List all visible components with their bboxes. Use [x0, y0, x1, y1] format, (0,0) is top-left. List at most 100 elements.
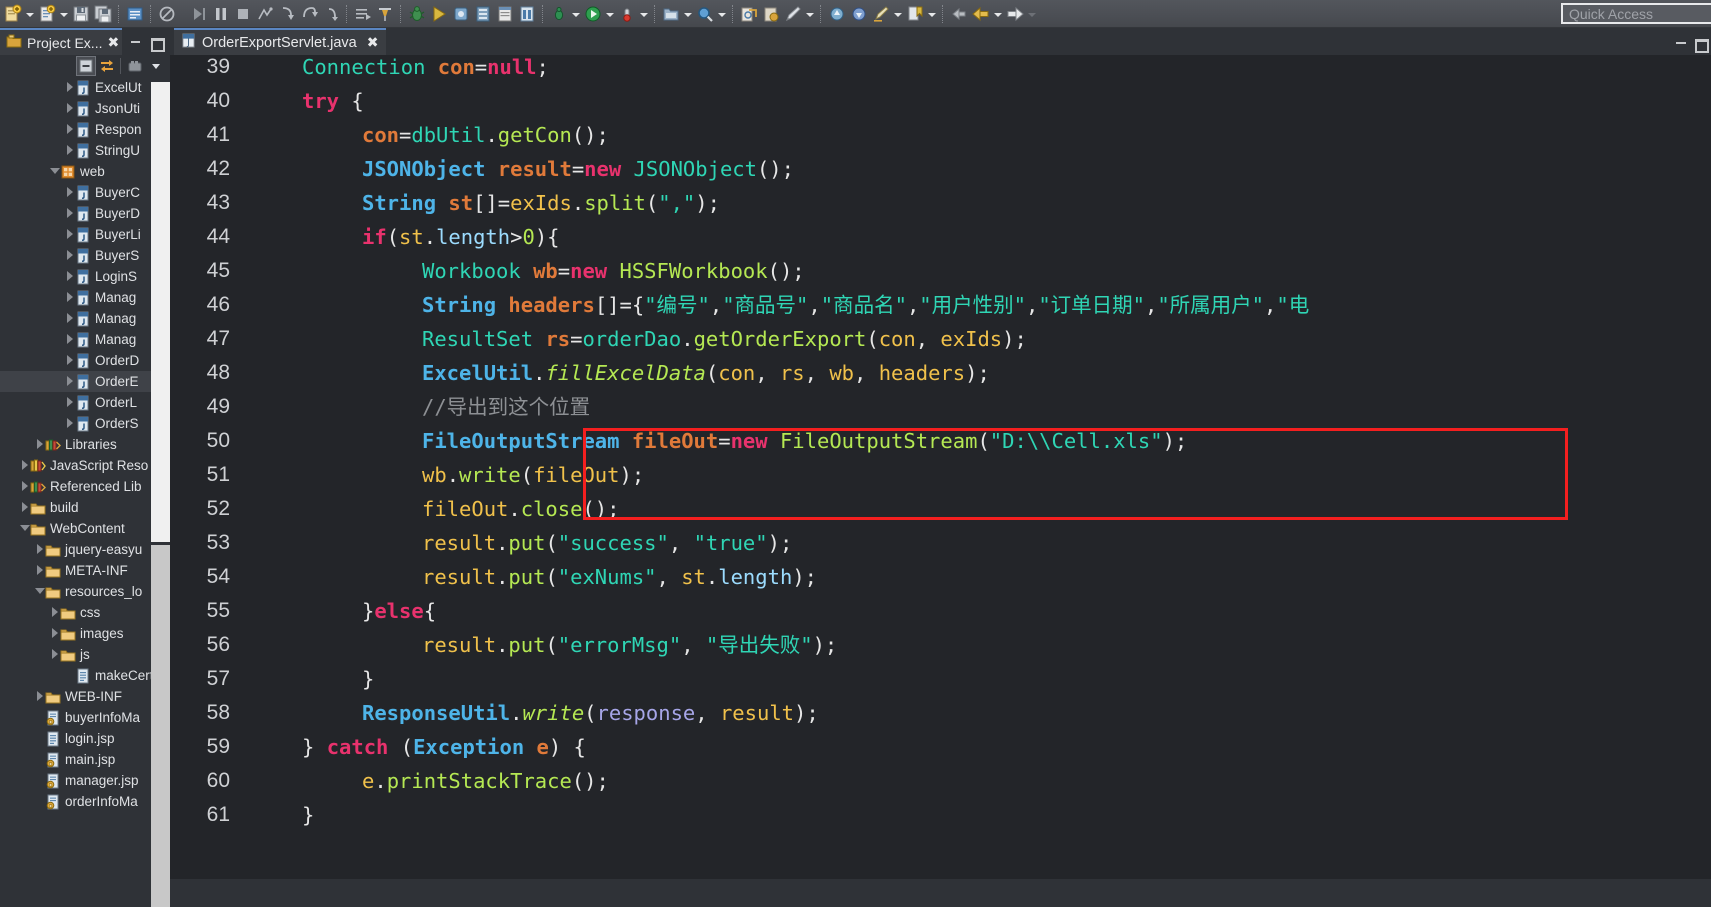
code-line[interactable]: try { [302, 84, 364, 118]
chevron-right-icon[interactable] [64, 350, 75, 371]
chevron-right-icon[interactable] [49, 602, 60, 623]
tree-item-login-jsp[interactable]: login.jsp [0, 728, 170, 749]
chevron-right-icon[interactable] [64, 245, 75, 266]
bookmark-icon[interactable] [905, 4, 925, 24]
chevron-right-icon[interactable] [64, 287, 75, 308]
last-edit-dropdown-arrow[interactable] [892, 4, 903, 24]
profile-dropdown-arrow[interactable] [638, 4, 649, 24]
code-line[interactable]: ResultSet rs=orderDao.getOrderExport(con… [422, 322, 1027, 356]
quick-access-input[interactable]: Quick Access [1561, 3, 1711, 24]
tree-item-orderd[interactable]: OrderD [0, 350, 170, 371]
chevron-right-icon[interactable] [64, 182, 75, 203]
view-menu-arrow[interactable] [146, 56, 166, 76]
run-last-icon[interactable] [429, 4, 449, 24]
project-tree[interactable]: ExcelUt JsonUti Respon StringU web BuyerC Buye… [0, 77, 170, 879]
chevron-down-icon[interactable] [49, 161, 60, 182]
tab-order-export-servlet[interactable]: J OrderExportServlet.java ✖ [174, 28, 387, 55]
run-dropdown-arrow[interactable] [604, 4, 615, 24]
tree-item-orderl[interactable]: OrderL [0, 392, 170, 413]
step-into-icon[interactable] [277, 4, 297, 24]
new-java-class-icon[interactable] [37, 4, 57, 24]
folder-dropdown-arrow[interactable] [682, 4, 693, 24]
chevron-right-icon[interactable] [64, 329, 75, 350]
code-line[interactable]: fileOut.close(); [422, 492, 620, 526]
save-all-icon[interactable] [93, 4, 113, 24]
step-over-icon[interactable] [299, 4, 319, 24]
editor-maximize-icon[interactable] [1692, 35, 1709, 53]
view-menu-button[interactable] [125, 56, 145, 76]
chevron-right-icon[interactable] [64, 140, 75, 161]
chevron-right-icon[interactable] [34, 560, 45, 581]
code-line[interactable]: result.put("success", "true"); [422, 526, 792, 560]
tree-item-buyerinfoma[interactable]: buyerInfoMa [0, 707, 170, 728]
chevron-right-icon[interactable] [34, 434, 45, 455]
chevron-right-icon[interactable] [19, 455, 30, 476]
code-line[interactable]: FileOutputStream fileOut=new FileOutputS… [422, 424, 1187, 458]
maximize-icon[interactable] [148, 34, 165, 52]
code-line[interactable]: Workbook wb=new HSSFWorkbook(); [422, 254, 805, 288]
code-line[interactable]: String headers[]={"编号","商品号","商品名","用户性别… [422, 288, 1309, 322]
code-viewport[interactable]: 39 40 41 42 43 44 45 46 47 48 49 50 51 52 53 54 55 56 57 58… [170, 55, 1711, 879]
open-type-icon[interactable] [739, 4, 759, 24]
tree-item-libraries[interactable]: Libraries [0, 434, 170, 455]
back-history-icon[interactable] [949, 4, 969, 24]
code-line[interactable]: result.put("errorMsg", "导出失败"); [422, 628, 837, 662]
tab-project-explorer[interactable]: Project Ex... ✖ [0, 28, 122, 55]
tree-item-images[interactable]: images [0, 623, 170, 644]
chevron-right-icon[interactable] [19, 476, 30, 497]
open-perspective-icon[interactable] [495, 4, 515, 24]
code-line[interactable]: //导出到这个位置 [422, 390, 590, 424]
run-as-icon[interactable] [583, 4, 603, 24]
server-config-icon[interactable] [473, 4, 493, 24]
tree-item-build[interactable]: build [0, 497, 170, 518]
search-icon[interactable] [695, 4, 715, 24]
tree-item-buyers[interactable]: BuyerS [0, 245, 170, 266]
tree-item-main-jsp[interactable]: main.jsp [0, 749, 170, 770]
source-code[interactable]: Connection con=null; try {con=dbUtil.getC… [242, 55, 1711, 879]
tree-item-manager-jsp[interactable]: manager.jsp [0, 770, 170, 791]
code-line[interactable]: wb.write(fileOut); [422, 458, 644, 492]
disconnect-icon[interactable] [255, 4, 275, 24]
external-tools-icon[interactable] [451, 4, 471, 24]
tree-item-js[interactable]: js [0, 644, 170, 665]
code-line[interactable]: String st[]=exIds.split(","); [362, 186, 720, 220]
chevron-right-icon[interactable] [64, 224, 75, 245]
chevron-right-icon[interactable] [64, 308, 75, 329]
tree-item-manag[interactable]: Manag [0, 287, 170, 308]
debug-as-icon[interactable] [549, 4, 569, 24]
close-icon[interactable]: ✖ [107, 36, 119, 50]
chevron-right-icon[interactable] [34, 686, 45, 707]
tree-item-manag[interactable]: Manag [0, 308, 170, 329]
last-edit-location-icon[interactable] [871, 4, 891, 24]
debug-dropdown-arrow[interactable] [570, 4, 581, 24]
chevron-down-icon[interactable] [19, 518, 30, 539]
print-icon[interactable] [125, 4, 145, 24]
code-line[interactable]: } [362, 662, 374, 696]
code-line[interactable]: result.put("exNums", st.length); [422, 560, 817, 594]
link-with-editor-button[interactable] [97, 56, 117, 76]
code-line[interactable]: Connection con=null; [302, 55, 549, 84]
new-class-dropdown-arrow[interactable] [58, 4, 69, 24]
tree-item-buyerd[interactable]: BuyerD [0, 203, 170, 224]
tree-item-web[interactable]: web [0, 161, 170, 182]
edit-dropdown-arrow[interactable] [804, 4, 815, 24]
tree-item-jquery-easyu[interactable]: jquery-easyu [0, 539, 170, 560]
tree-item-referenced-lib[interactable]: Referenced Lib [0, 476, 170, 497]
new-folder-icon[interactable] [661, 4, 681, 24]
close-icon[interactable]: ✖ [367, 36, 379, 50]
save-icon[interactable] [71, 4, 91, 24]
editor-minimize-icon[interactable] [1673, 35, 1689, 51]
tree-item-web-inf[interactable]: WEB-INF [0, 686, 170, 707]
tree-item-webcontent[interactable]: WebContent [0, 518, 170, 539]
tree-item-orderinfoma[interactable]: orderInfoMa [0, 791, 170, 812]
code-line[interactable]: JSONObject result=new JSONObject(); [362, 152, 794, 186]
code-line[interactable]: e.printStackTrace(); [362, 764, 609, 798]
tree-item-orders[interactable]: OrderS [0, 413, 170, 434]
back-dropdown-arrow[interactable] [992, 4, 1003, 24]
tree-item-javascript-reso[interactable]: JavaScript Reso [0, 455, 170, 476]
tree-item-jsonuti[interactable]: JsonUti [0, 98, 170, 119]
no-entry-icon[interactable] [157, 4, 177, 24]
code-line[interactable]: if(st.length>0){ [362, 220, 560, 254]
search-dropdown-arrow[interactable] [716, 4, 727, 24]
chevron-right-icon[interactable] [64, 119, 75, 140]
